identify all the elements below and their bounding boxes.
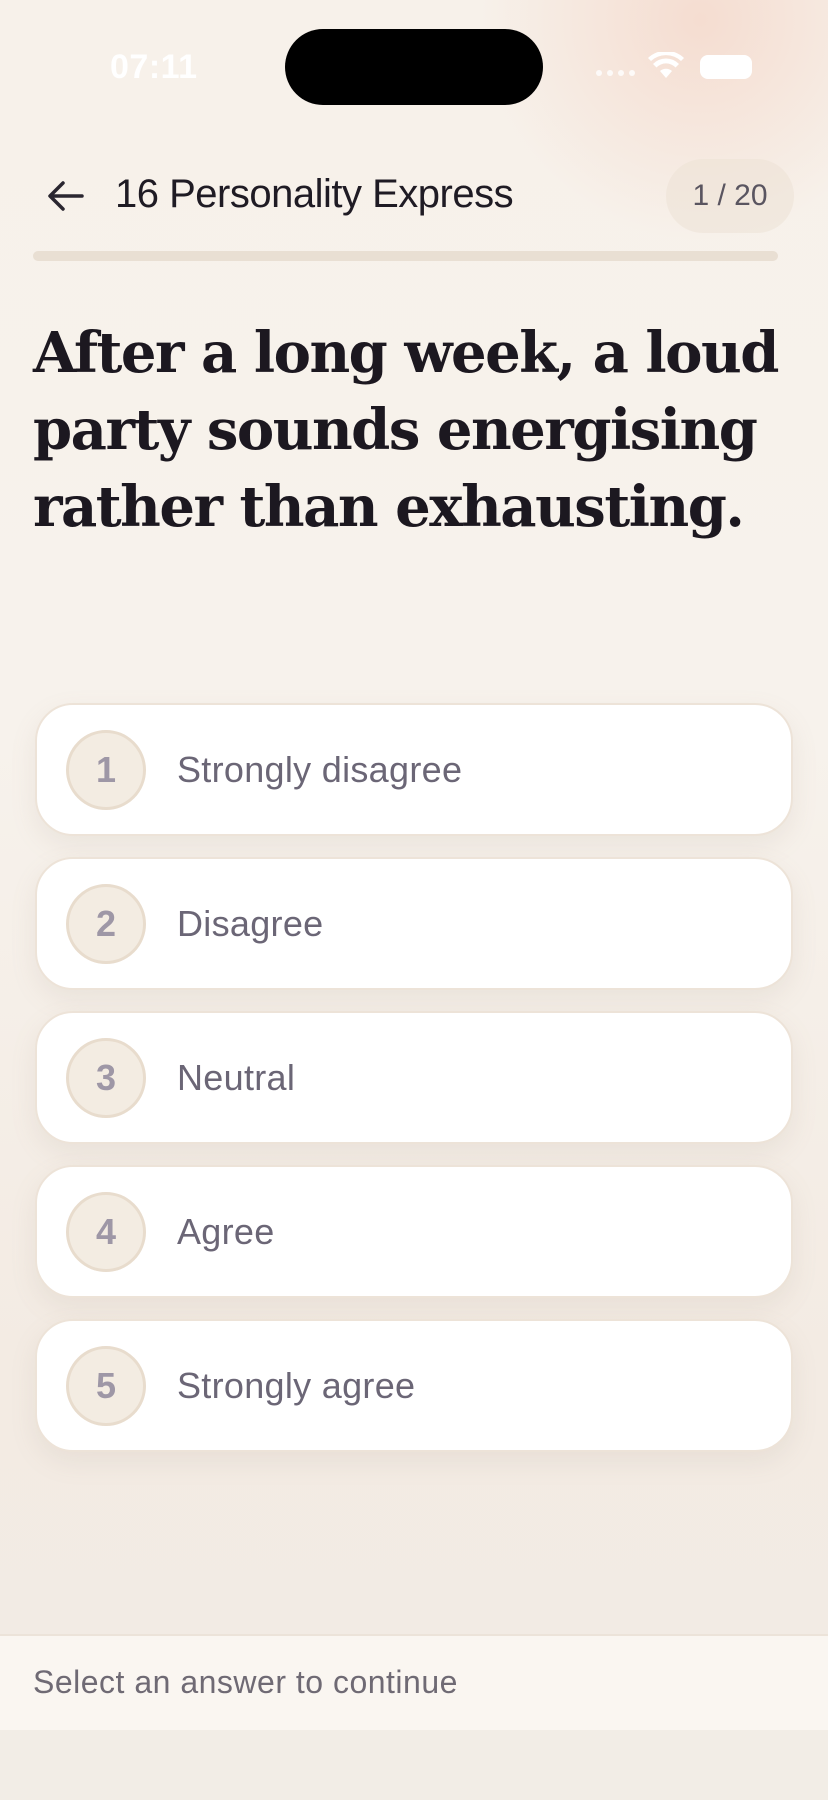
footer: Select an answer to continue <box>0 1634 828 1730</box>
option-label: Neutral <box>177 1057 296 1098</box>
option-label: Disagree <box>177 903 324 944</box>
option-number: 3 <box>66 1038 146 1118</box>
battery-icon <box>700 55 752 79</box>
wifi-icon <box>648 52 684 78</box>
option-neutral[interactable]: 3 Neutral <box>35 1011 793 1144</box>
continue-hint: Select an answer to continue <box>33 1664 458 1700</box>
question-text: After a long week, a loud party sounds e… <box>33 320 779 540</box>
app-title: 16 Personality Express <box>115 172 514 216</box>
cellular-signal-icon <box>596 70 635 76</box>
quiz-screen: 07:11 16 Personality Express 1 / 20 Afte… <box>0 0 828 1800</box>
dynamic-island <box>285 29 543 105</box>
option-disagree[interactable]: 2 Disagree <box>35 857 793 990</box>
arrow-left-icon <box>48 181 84 211</box>
option-strongly-disagree[interactable]: 1 Strongly disagree <box>35 703 793 836</box>
option-number: 1 <box>66 730 146 810</box>
back-button[interactable] <box>40 174 92 218</box>
option-label: Strongly disagree <box>177 749 463 790</box>
option-label: Agree <box>177 1211 275 1252</box>
option-strongly-agree[interactable]: 5 Strongly agree <box>35 1319 793 1452</box>
status-time: 07:11 <box>110 48 198 86</box>
status-bar: 07:11 <box>0 0 828 130</box>
header: 16 Personality Express 1 / 20 <box>0 150 828 242</box>
option-agree[interactable]: 4 Agree <box>35 1165 793 1298</box>
option-number: 5 <box>66 1346 146 1426</box>
option-label: Strongly agree <box>177 1365 416 1406</box>
answer-options: 1 Strongly disagree 2 Disagree 3 Neutral… <box>35 703 793 1473</box>
home-indicator-area <box>0 1730 828 1800</box>
option-number: 4 <box>66 1192 146 1272</box>
question-counter: 1 / 20 <box>666 159 794 233</box>
option-number: 2 <box>66 884 146 964</box>
progress-bar <box>33 251 778 261</box>
